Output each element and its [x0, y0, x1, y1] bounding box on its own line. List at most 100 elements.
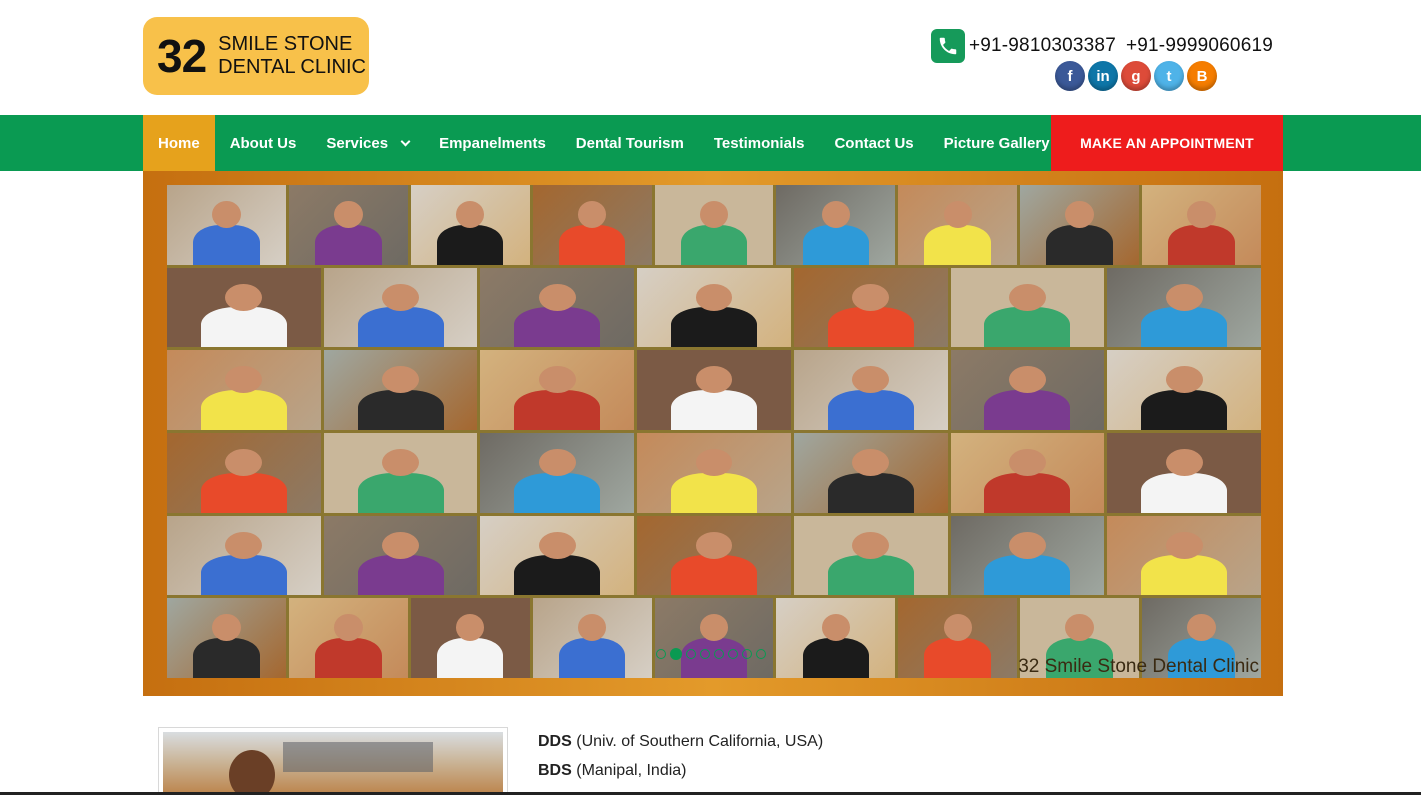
phone-number-1[interactable]: +91-9810303387 — [969, 35, 1116, 56]
collage-photo — [898, 598, 1018, 678]
slider-pagination — [656, 648, 766, 660]
collage-photo — [637, 515, 791, 596]
collage-photo — [776, 185, 896, 265]
qualification-degree: BDS — [538, 762, 572, 779]
qualification-2: BDS (Manipal, India) — [538, 762, 687, 780]
collage-photo — [323, 350, 478, 430]
qualification-detail: (Manipal, India) — [576, 762, 687, 779]
nav-item-label: Empanelments — [439, 134, 546, 152]
collage-photo — [950, 350, 1105, 430]
collage-photo — [480, 515, 635, 596]
collage-photo — [1107, 515, 1261, 596]
collage-photo — [793, 515, 948, 596]
nav-item-label: Contact Us — [834, 134, 914, 152]
collage-photo — [167, 432, 321, 513]
googleplus-icon[interactable]: g — [1121, 61, 1151, 91]
qualification-degree: DDS — [538, 733, 572, 750]
collage-photo — [1107, 350, 1261, 430]
slider-dot[interactable] — [742, 649, 752, 659]
qualification-1: DDS (Univ. of Southern California, USA) — [538, 733, 823, 751]
collage-photo — [1107, 432, 1261, 513]
nav-item-contact-us[interactable]: Contact Us — [819, 115, 928, 171]
photo-collage — [167, 185, 1261, 678]
hero-slider: 32 Smile Stone Dental Clinic — [143, 171, 1283, 696]
collage-photo — [1107, 267, 1261, 348]
qualification-detail: (Univ. of Southern California, USA) — [576, 733, 824, 750]
twitter-icon[interactable]: t — [1154, 61, 1184, 91]
slider-dot[interactable] — [756, 649, 766, 659]
nav-item-label: About Us — [229, 134, 297, 152]
collage-photo — [793, 432, 948, 513]
clinic-logo[interactable]: 32 SMILE STONE DENTAL CLINIC — [143, 17, 369, 95]
slider-dot[interactable] — [700, 649, 710, 659]
nav-item-empanelments[interactable]: Empanelments — [424, 115, 561, 171]
slider-dot[interactable] — [686, 649, 696, 659]
page: 32 SMILE STONE DENTAL CLINIC +91-9810303… — [0, 0, 1421, 795]
collage-photo — [637, 267, 791, 348]
collage-photo — [480, 432, 635, 513]
collage-photo — [323, 432, 478, 513]
main-nav: Home About Us Services Empanelments Dental T… — [0, 115, 1421, 171]
collage-photo — [793, 350, 948, 430]
collage-photo — [1142, 185, 1261, 265]
slider-dot[interactable] — [670, 648, 682, 660]
nav-item-services[interactable]: Services — [311, 115, 424, 171]
collage-photo — [637, 350, 791, 430]
collage-photo — [410, 598, 530, 678]
logo-text: SMILE STONE DENTAL CLINIC — [218, 33, 366, 79]
collage-photo — [950, 267, 1105, 348]
slider-dot[interactable] — [714, 649, 724, 659]
collage-photo — [950, 432, 1105, 513]
phone-icon — [930, 29, 965, 63]
slider-dot[interactable] — [728, 649, 738, 659]
collage-photo — [898, 185, 1018, 265]
make-appointment-button[interactable]: MAKE AN APPOINTMENT — [1051, 115, 1283, 171]
nav-item-label: Home — [158, 134, 200, 152]
collage-photo — [167, 598, 286, 678]
nav-item-picture-gallery[interactable]: Picture Gallery — [929, 115, 1065, 171]
collage-photo — [410, 185, 530, 265]
phone-contact: +91-9810303387 +91-9999060619 — [930, 29, 1283, 63]
collage-photo — [654, 598, 774, 678]
nav-item-label: Testimonials — [713, 134, 805, 152]
nav-item-home[interactable]: Home — [143, 115, 215, 171]
collage-photo — [532, 598, 652, 678]
collage-photo — [167, 515, 321, 596]
collage-photo — [323, 267, 478, 348]
logo-line-1: SMILE STONE — [218, 33, 353, 55]
collage-photo — [323, 515, 478, 596]
phone-number-2[interactable]: +91-9999060619 — [1126, 35, 1273, 56]
collage-photo — [288, 185, 408, 265]
phone-numbers: +91-9810303387 +91-9999060619 — [969, 35, 1283, 57]
linkedin-icon[interactable]: in — [1088, 61, 1118, 91]
chevron-down-icon[interactable] — [400, 136, 411, 146]
doctor-photo — [158, 727, 508, 795]
collage-photo — [1020, 185, 1140, 265]
slider-image: 32 Smile Stone Dental Clinic — [167, 185, 1261, 678]
collage-photo — [793, 267, 948, 348]
logo-line-2: DENTAL CLINIC — [218, 56, 366, 78]
collage-photo — [480, 267, 635, 348]
nav-item-label: Picture Gallery — [943, 134, 1050, 152]
nav-item-label: Dental Tourism — [575, 134, 684, 152]
nav-item-dental-tourism[interactable]: Dental Tourism — [561, 115, 699, 171]
slider-caption: 32 Smile Stone Dental Clinic — [1018, 656, 1259, 677]
collage-photo — [288, 598, 408, 678]
blogger-icon[interactable]: B — [1187, 61, 1217, 91]
nav-item-label: Services — [326, 134, 389, 152]
nav-menu: Home About Us Services Empanelments Dental T… — [143, 115, 1065, 171]
slider-dot[interactable] — [656, 649, 666, 659]
collage-photo — [167, 185, 286, 265]
collage-photo — [167, 350, 321, 430]
collage-photo — [654, 185, 774, 265]
nav-item-testimonials[interactable]: Testimonials — [699, 115, 820, 171]
social-links: f in g t B — [1055, 61, 1217, 91]
collage-photo — [950, 515, 1105, 596]
collage-photo — [480, 350, 635, 430]
facebook-icon[interactable]: f — [1055, 61, 1085, 91]
collage-photo — [167, 267, 321, 348]
collage-photo — [532, 185, 652, 265]
nav-item-about-us[interactable]: About Us — [215, 115, 312, 171]
collage-photo — [776, 598, 896, 678]
collage-photo — [637, 432, 791, 513]
